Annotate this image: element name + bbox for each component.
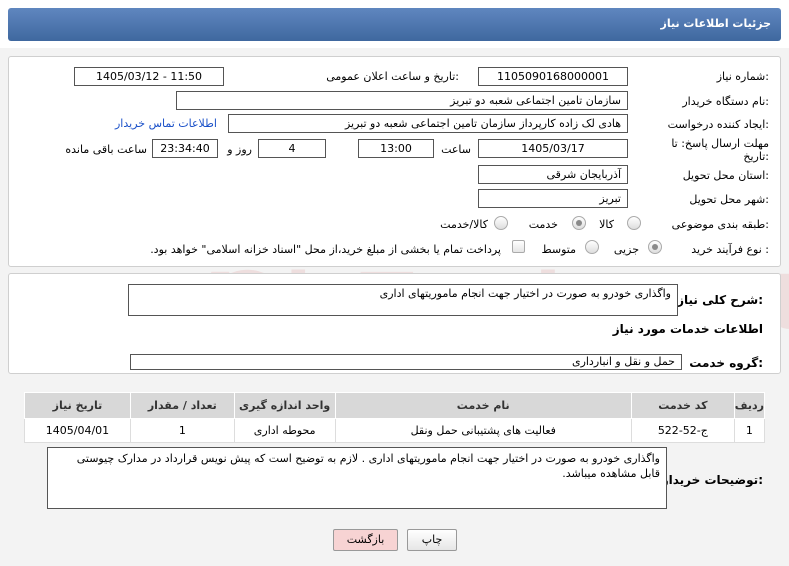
remaining-label: ساعت باقی مانده [65, 143, 147, 156]
category-option-goods-service: کالا/خدمت [440, 218, 488, 231]
days-label: روز و [227, 143, 252, 156]
cell-date: 1405/04/01 [24, 418, 131, 443]
cell-qty: 1 [129, 418, 235, 443]
creator-field: هادی لک زاده کارپرداز سازمان تامین اجتما… [228, 114, 628, 133]
process-option-minor: جزیی [613, 243, 639, 256]
services-table-header: ردیف کد خدمت نام خدمت واحد اندازه گیری ت… [24, 392, 766, 419]
process-option-medium: متوسط [541, 243, 576, 256]
city-label: شهر محل تحویل: [689, 193, 769, 206]
buyer-contact-link[interactable]: اطلاعات تماس خریدار [115, 117, 217, 130]
days-field: 4 [258, 139, 326, 158]
creator-label: ایجاد کننده درخواست: [667, 118, 769, 131]
info-panel [8, 56, 781, 267]
treasury-checkbox[interactable] [512, 240, 525, 253]
category-label: طبقه بندی موضوعی: [671, 218, 769, 231]
deadline-date-field: 1405/03/17 [478, 139, 628, 158]
buyer-notes-label: توضیحات خریدار: [661, 473, 763, 487]
service-group-field: حمل و نقل و انبارداری [130, 354, 682, 370]
province-field: آذربایجان شرقی [478, 165, 628, 184]
title-bar: جزئیات اطلاعات نیاز [0, 0, 789, 48]
service-group-label: گروه خدمت: [689, 356, 763, 370]
col-name-header: نام خدمت [334, 392, 632, 419]
cell-row: 1 [733, 418, 766, 443]
description-label: شرح کلی نیاز: [677, 293, 763, 307]
cell-name: فعالیت های پشتیبانی حمل ونقل [334, 418, 632, 443]
col-row-header: ردیف [733, 392, 766, 419]
page-title: جزئیات اطلاعات نیاز [660, 17, 772, 30]
deadline-time-field: 13:00 [358, 139, 434, 158]
col-code-header: کد خدمت [630, 392, 735, 419]
title-bar-strip: جزئیات اطلاعات نیاز [8, 8, 781, 41]
col-date-header: تاریخ نیاز [24, 392, 131, 419]
buyer-org-label: نام دستگاه خریدار: [682, 95, 769, 108]
treasury-note: پرداخت تمام یا بخشی از مبلغ خرید،از محل … [150, 243, 501, 256]
process-radio-medium[interactable] [585, 240, 599, 254]
col-unit-header: واحد اندازه گیری [233, 392, 336, 419]
need-number-field: 1105090168000001 [478, 67, 628, 86]
deadline-label-line1: مهلت ارسال پاسخ: تا [671, 137, 769, 150]
cell-code: ج-52-522 [630, 418, 735, 443]
category-radio-goods-service[interactable] [494, 216, 508, 230]
back-button[interactable]: بازگشت [333, 529, 398, 551]
cell-unit: محوطه اداری [233, 418, 336, 443]
description-field: واگذاری خودرو به صورت در اختیار جهت انجا… [128, 284, 678, 316]
services-section-title: اطلاعات خدمات مورد نیاز [612, 322, 763, 336]
services-table: ردیف کد خدمت نام خدمت واحد اندازه گیری ت… [24, 392, 766, 443]
need-number-label: شماره نیاز: [716, 70, 769, 83]
city-field: تبریز [478, 189, 628, 208]
category-radio-goods[interactable] [627, 216, 641, 230]
category-option-goods: کالا [599, 218, 614, 231]
process-label: نوع فرآیند خرید : [691, 243, 769, 256]
buyer-notes-field: واگذاری خودرو به صورت در اختیار جهت انجا… [47, 447, 667, 509]
category-option-service: خدمت [528, 218, 558, 231]
announce-field: 1405/03/12 - 11:50 [74, 67, 224, 86]
deadline-time-label: ساعت [441, 143, 471, 156]
deadline-label: مهلت ارسال پاسخ: تا تاریخ: [671, 137, 769, 163]
announce-label: تاریخ و ساعت اعلان عمومی: [326, 70, 459, 83]
province-label: استان محل تحویل: [682, 169, 769, 182]
deadline-label-line2: تاریخ: [743, 150, 769, 163]
process-radio-minor[interactable] [648, 240, 662, 254]
col-qty-header: تعداد / مقدار [129, 392, 235, 419]
print-button[interactable]: چاپ [407, 529, 457, 551]
remaining-time-field: 23:34:40 [152, 139, 218, 158]
buyer-org-field: سازمان تامین اجتماعی شعبه دو تبریز [176, 91, 628, 110]
table-row: 1 ج-52-522 فعالیت های پشتیبانی حمل ونقل … [24, 418, 766, 443]
category-radio-service[interactable] [572, 216, 586, 230]
